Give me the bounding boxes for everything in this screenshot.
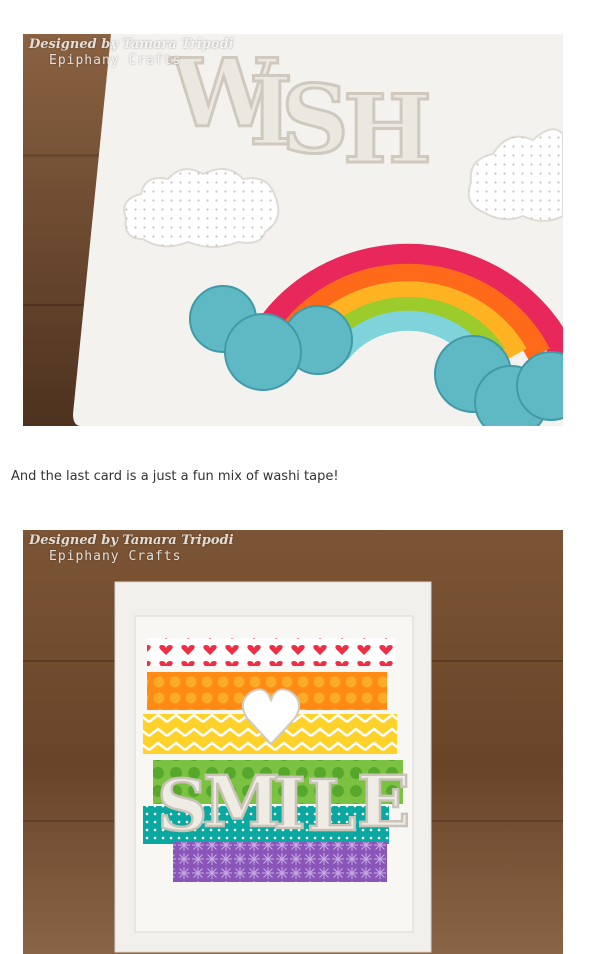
watermark-brand: Epiphany Crafts <box>49 549 182 565</box>
smile-letters: S M I L E <box>156 759 412 849</box>
svg-text:E: E <box>357 760 410 843</box>
washi-hearts <box>147 638 395 666</box>
watermark-brand: Epiphany Crafts <box>49 53 182 69</box>
card-photo-washi: S M I L E Designed by Tamara Tripodi Epi… <box>23 530 563 954</box>
watermark: Designed by Tamara Tripodi Epiphany Craf… <box>29 37 234 70</box>
washi-purple <box>173 842 387 882</box>
svg-text:S: S <box>281 65 349 175</box>
watermark-designer: Designed by Tamara Tripodi <box>29 533 234 548</box>
embossed-cloud-left <box>123 168 280 248</box>
watermark: Designed by Tamara Tripodi Epiphany Craf… <box>29 533 234 566</box>
svg-text:M: M <box>203 760 281 843</box>
svg-text:S: S <box>157 764 208 847</box>
post-caption: And the last card is a just a fun mix of… <box>11 469 339 484</box>
washi-card-image: S M I L E <box>23 530 563 954</box>
svg-text:H: H <box>343 75 432 185</box>
card-photo-rainbow: W I S H Designed by Tamara Tripodi Epiph… <box>23 34 563 426</box>
rainbow-card-image: W I S H <box>23 34 563 426</box>
svg-text:L: L <box>307 764 356 847</box>
svg-text:I: I <box>273 762 306 845</box>
watermark-designer: Designed by Tamara Tripodi <box>29 37 234 52</box>
